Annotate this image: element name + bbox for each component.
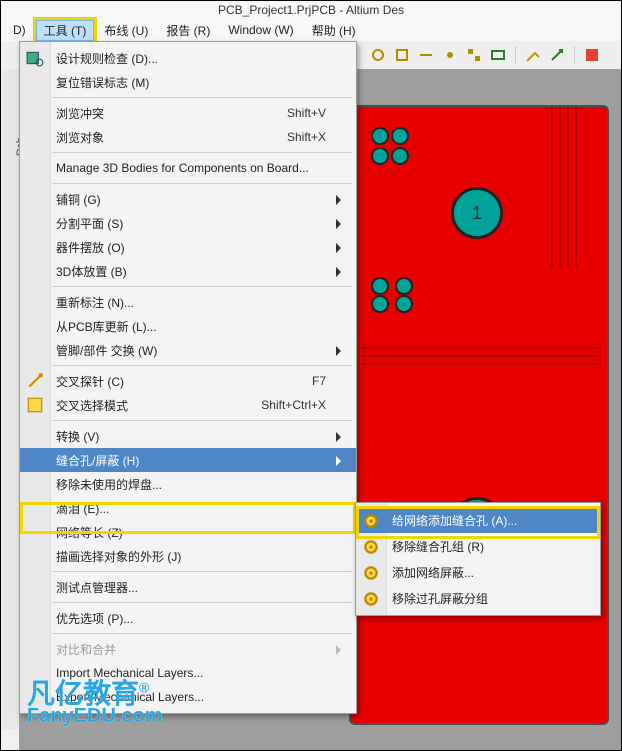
menu-item-via-stitching[interactable]: 缝合孔/屏蔽 (H) bbox=[20, 448, 356, 472]
via-stitching-submenu: 给网络添加缝合孔 (A)... 移除缝合孔组 (R) 添加网络屏蔽... 移除过… bbox=[355, 502, 601, 616]
menu-item-reannotate[interactable]: 重新标注 (N)... bbox=[20, 290, 356, 314]
menu-item-outline-selected[interactable]: 描画选择对象的外形 (J) bbox=[20, 544, 356, 568]
submenu-item-add-stitching-to-net[interactable]: 给网络添加缝合孔 (A)... bbox=[356, 507, 600, 533]
toolbar-separator bbox=[515, 46, 516, 64]
shortcut-label: Shift+X bbox=[287, 130, 326, 144]
menu-item-cross-probe[interactable]: 交叉探针 (C)F7 bbox=[20, 369, 356, 393]
drc-icon bbox=[26, 50, 44, 66]
submenu-arrow-icon bbox=[336, 267, 346, 277]
menu-window[interactable]: Window (W) bbox=[220, 21, 301, 39]
pcb-via bbox=[395, 295, 413, 313]
pcb-trace bbox=[567, 107, 569, 267]
menu-separator bbox=[52, 97, 352, 98]
pcb-via bbox=[371, 277, 389, 295]
menu-item-placement[interactable]: 器件摆放 (O) bbox=[20, 235, 356, 259]
shortcut-label: F7 bbox=[312, 374, 326, 388]
submenu-item-add-shielding[interactable]: 添加网络屏蔽... bbox=[356, 559, 600, 585]
submenu-arrow-icon bbox=[336, 346, 346, 356]
menu-item-drc[interactable]: 设计规则检查 (D)... bbox=[20, 46, 356, 70]
menu-item-import-mech-layers[interactable]: Import Mechanical Layers... bbox=[20, 661, 356, 685]
toolbar-icon-2[interactable] bbox=[393, 46, 411, 64]
pcb-via bbox=[371, 127, 389, 145]
menu-separator bbox=[52, 365, 352, 366]
menu-item-testpoint-manager[interactable]: 测试点管理器... bbox=[20, 575, 356, 599]
pcb-via bbox=[395, 277, 413, 295]
pcb-view[interactable]: 1 bbox=[349, 105, 609, 725]
menu-item-browse-conflicts[interactable]: 浏览冲突Shift+V bbox=[20, 101, 356, 125]
menu-item-split-planes[interactable]: 分割平面 (S) bbox=[20, 211, 356, 235]
pcb-pad-1: 1 bbox=[451, 187, 503, 239]
pcb-board: 1 bbox=[349, 105, 609, 725]
menu-separator bbox=[52, 183, 352, 184]
menu-item-remove-unused-pads[interactable]: 移除未使用的焊盘... bbox=[20, 472, 356, 496]
pcb-trace bbox=[575, 107, 577, 267]
menu-item-polygon[interactable]: 铺铜 (G) bbox=[20, 187, 356, 211]
pcb-via bbox=[371, 147, 389, 165]
menu-separator bbox=[52, 286, 352, 287]
pcb-trace bbox=[361, 347, 601, 349]
pcb-trace bbox=[559, 107, 561, 267]
menu-separator bbox=[52, 420, 352, 421]
menu-item-compare-merge: 对比和合并 bbox=[20, 637, 356, 661]
via-icon bbox=[362, 512, 380, 528]
menu-item-teardrops[interactable]: 滴泪 (E)... bbox=[20, 496, 356, 520]
pcb-via bbox=[391, 147, 409, 165]
menu-item-browse-objects[interactable]: 浏览对象Shift+X bbox=[20, 125, 356, 149]
menu-item-update-from-lib[interactable]: 从PCB库更新 (L)... bbox=[20, 314, 356, 338]
menu-tools[interactable]: 工具 (T) bbox=[36, 20, 95, 41]
submenu-arrow-icon bbox=[336, 645, 346, 655]
menu-report[interactable]: 报告 (R) bbox=[158, 20, 218, 41]
menu-separator bbox=[52, 571, 352, 572]
submenu-item-remove-stitching-group[interactable]: 移除缝合孔组 (R) bbox=[356, 533, 600, 559]
menu-d-fragment[interactable]: D) bbox=[5, 21, 34, 39]
menu-bar: D) 工具 (T) 布线 (U) 报告 (R) Window (W) 帮助 (H… bbox=[1, 19, 621, 41]
submenu-arrow-icon bbox=[336, 432, 346, 442]
toolbar-icon-3[interactable] bbox=[417, 46, 435, 64]
toolbar-icon-6[interactable] bbox=[489, 46, 507, 64]
menu-item-manage-3d-bodies[interactable]: Manage 3D Bodies for Components on Board… bbox=[20, 156, 356, 180]
menu-route[interactable]: 布线 (U) bbox=[96, 20, 156, 41]
submenu-arrow-icon bbox=[336, 456, 346, 466]
menu-item-equalize-nets[interactable]: 网络等长 (Z) bbox=[20, 520, 356, 544]
menu-separator bbox=[52, 602, 352, 603]
menu-help[interactable]: 帮助 (H) bbox=[304, 20, 364, 41]
toolbar-separator-2 bbox=[574, 46, 575, 64]
via-icon bbox=[362, 564, 380, 580]
toolbar-icon-9[interactable] bbox=[583, 46, 601, 64]
menu-item-convert[interactable]: 转换 (V) bbox=[20, 424, 356, 448]
left-panel-strip[interactable]: .Pcb bbox=[1, 69, 20, 729]
pcb-via bbox=[391, 127, 409, 145]
window-title: PCB_Project1.PrjPCB - Altium Des bbox=[1, 1, 621, 19]
via-icon bbox=[362, 538, 380, 554]
menu-item-pin-swap[interactable]: 管脚/部件 交换 (W) bbox=[20, 338, 356, 362]
menu-separator bbox=[52, 633, 352, 634]
menu-item-cross-select[interactable]: 交叉选择模式Shift+Ctrl+X bbox=[20, 393, 356, 417]
submenu-arrow-icon bbox=[336, 219, 346, 229]
menu-item-3d-body[interactable]: 3D体放置 (B) bbox=[20, 259, 356, 283]
menu-separator bbox=[52, 152, 352, 153]
pad-label: 1 bbox=[454, 190, 500, 236]
submenu-arrow-icon bbox=[336, 243, 346, 253]
submenu-item-remove-shielding-group[interactable]: 移除过孔屏蔽分组 bbox=[356, 585, 600, 611]
toolbar-icon-8[interactable] bbox=[548, 46, 566, 64]
toolbar-icon-4[interactable] bbox=[441, 46, 459, 64]
menu-item-export-mech-layers[interactable]: Export Mechanical Layers... bbox=[20, 685, 356, 709]
via-icon bbox=[362, 590, 380, 606]
crossprobe-icon bbox=[26, 373, 44, 389]
pcb-trace bbox=[551, 107, 553, 267]
pcb-trace bbox=[361, 355, 601, 357]
crosssel-icon bbox=[26, 397, 44, 413]
menu-item-reset-errors[interactable]: 复位错误标志 (M) bbox=[20, 70, 356, 94]
shortcut-label: Shift+V bbox=[287, 106, 326, 120]
shortcut-label: Shift+Ctrl+X bbox=[261, 398, 326, 412]
submenu-arrow-icon bbox=[336, 195, 346, 205]
toolbar-icon-5[interactable] bbox=[465, 46, 483, 64]
tools-dropdown: 设计规则检查 (D)... 复位错误标志 (M) 浏览冲突Shift+V 浏览对… bbox=[19, 41, 357, 714]
pcb-trace bbox=[361, 363, 601, 365]
pcb-via bbox=[371, 295, 389, 313]
toolbar-icon-1[interactable] bbox=[369, 46, 387, 64]
toolbar-icon-7[interactable] bbox=[524, 46, 542, 64]
menu-item-preferences[interactable]: 优先选项 (P)... bbox=[20, 606, 356, 630]
